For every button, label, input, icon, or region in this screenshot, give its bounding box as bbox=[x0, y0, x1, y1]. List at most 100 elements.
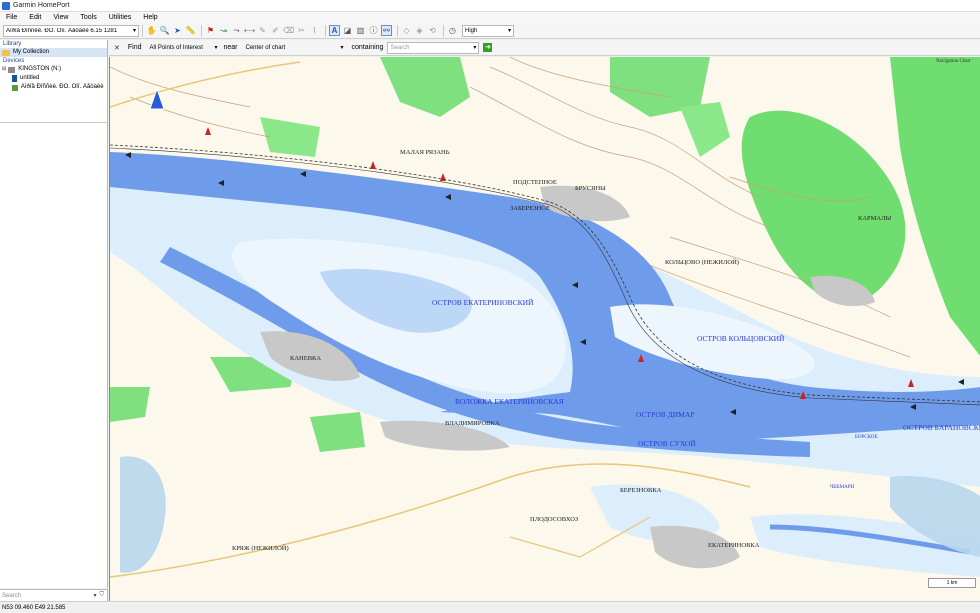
shape-icon[interactable]: ◪ bbox=[342, 25, 353, 36]
device-icon bbox=[12, 75, 17, 82]
usb-drive-icon bbox=[8, 66, 16, 73]
map-label: КАРМАЛЫ bbox=[858, 215, 892, 222]
map-label: КОЛЬЦОВО (НЕЖИЛОЙ) bbox=[665, 259, 739, 266]
zoom-icon[interactable]: 🔍 bbox=[159, 25, 170, 36]
map-label: КАНЕВКА bbox=[290, 355, 322, 362]
map-label: ПЛОДОСОВХОЗ bbox=[530, 516, 579, 523]
map-label: ЕКАТЕРИНОВКА bbox=[708, 542, 760, 549]
layers-icon[interactable]: ▥ bbox=[355, 25, 366, 36]
detail-level-dropdown[interactable]: High ▾ bbox=[462, 24, 514, 37]
menu-utilities[interactable]: Utilities bbox=[109, 14, 132, 21]
map-label: ЧЕКМАРИ bbox=[830, 485, 855, 490]
tree-item-label: untitled bbox=[20, 75, 40, 81]
tree-item-untitled[interactable]: untitled bbox=[0, 74, 107, 83]
select-arrow-icon[interactable]: ➤ bbox=[172, 25, 183, 36]
toolbar-separator bbox=[142, 24, 143, 37]
go-arrow-icon[interactable]: ➜ bbox=[483, 43, 493, 52]
containing-label: containing bbox=[351, 44, 384, 51]
binoculars-icon[interactable]: ⚯ bbox=[381, 25, 392, 36]
map-label: МАЛАЯ РЯЗАНЬ bbox=[400, 149, 450, 156]
text-tool-icon[interactable]: A bbox=[329, 25, 340, 36]
menu-edit[interactable]: Edit bbox=[29, 14, 41, 21]
tree-item-device[interactable]: ⊟ KINGSTON (N:) bbox=[0, 65, 107, 74]
near-label: near bbox=[223, 44, 238, 51]
track-icon[interactable]: ⤳ bbox=[231, 25, 242, 36]
coordinates-readout: N53 09.460 E49 21.585 bbox=[2, 604, 66, 611]
window-title: Garmin HomePort bbox=[13, 2, 70, 9]
map-label: БРУСЯНЫ bbox=[575, 185, 606, 192]
map-label: БЕРЕЗНОВКА bbox=[620, 487, 662, 494]
menu-file[interactable]: File bbox=[6, 14, 17, 21]
find-search-input[interactable]: Search ▾ bbox=[387, 41, 480, 54]
pan-hand-icon[interactable]: ✋ bbox=[146, 25, 157, 36]
filter-icon[interactable]: ⛉ bbox=[99, 592, 104, 599]
folder-icon bbox=[2, 49, 10, 56]
menu-help[interactable]: Help bbox=[143, 14, 157, 21]
clock-icon[interactable]: ◷ bbox=[447, 25, 458, 36]
library-search-input[interactable]: Search ▾ ⛉ bbox=[0, 589, 108, 601]
toolbar-separator bbox=[325, 24, 326, 37]
chevron-down-icon: ▾ bbox=[473, 45, 477, 51]
measure-ruler-icon[interactable]: 📏 bbox=[185, 25, 196, 36]
map-label: КРЯЖ (НЕЖИЛОЙ) bbox=[232, 545, 289, 552]
chevron-down-icon: ▾ bbox=[214, 45, 218, 51]
tree-item-label: My Collection bbox=[13, 49, 50, 55]
category-value: All Points of Interest bbox=[149, 44, 203, 51]
scale-bar: 1 km bbox=[928, 578, 976, 588]
map-label: БОРСКОЕ bbox=[855, 435, 878, 440]
library-pane: Library My Collection Devices ⊟ KINGSTON… bbox=[0, 40, 108, 588]
chevron-down-icon: ▾ bbox=[507, 28, 511, 34]
measure-distance-icon[interactable]: ⟷ bbox=[244, 25, 255, 36]
near-value: Center of chart bbox=[245, 44, 286, 51]
toolbar: Äìðîå Ðîññèè. ÐÔ. Ôîï. Äåòàëè 6.15 1281 … bbox=[0, 23, 980, 39]
split-icon[interactable]: ✂ bbox=[296, 25, 307, 36]
find-search-placeholder: Search bbox=[390, 44, 410, 51]
find-label: Find bbox=[127, 44, 142, 51]
map-label: ЗАБЕРЕЗНОЕ bbox=[510, 205, 550, 212]
nav-back-icon[interactable]: ◇ bbox=[401, 25, 412, 36]
map-label: ОСТРОВ БАРАНОВСКИЙ bbox=[903, 423, 980, 432]
near-dropdown[interactable]: Center of chart ▾ bbox=[244, 42, 346, 54]
library-header: Library bbox=[0, 40, 107, 48]
toolbar-separator bbox=[443, 24, 444, 37]
map-label: ОСТРОВ СУХОЙ bbox=[638, 439, 696, 448]
navigation-chart-label: Navigation Chart bbox=[936, 59, 971, 64]
menu-view[interactable]: View bbox=[53, 14, 68, 21]
map-label: ОСТРОВ ЕКАТЕРИНОВСКИЙ bbox=[432, 298, 534, 307]
waypoint-flag-icon[interactable]: ⚑ bbox=[205, 25, 216, 36]
rotate-icon[interactable]: ⟲ bbox=[427, 25, 438, 36]
title-bar: Garmin HomePort bbox=[0, 0, 980, 12]
map-selector-dropdown[interactable]: Äìðîå Ðîññèè. ÐÔ. Ôîï. Äåòàëè 6.15 1281 … bbox=[3, 24, 139, 37]
tree-item-my-collection[interactable]: My Collection bbox=[0, 48, 107, 57]
toolbar-separator bbox=[397, 24, 398, 37]
tree-item-label: KINGSTON (N:) bbox=[18, 66, 62, 72]
map-view[interactable]: Navigation Chart ОСТРОВ ЕКАТЕРИНОВСКИЙ В… bbox=[109, 57, 980, 601]
map-icon bbox=[12, 84, 18, 91]
info-icon[interactable]: ⓘ bbox=[368, 25, 379, 36]
map-label: ОСТРОВ КОЛЬЦОВСКИЙ bbox=[697, 334, 785, 343]
nav-forward-icon[interactable]: ◈ bbox=[414, 25, 425, 36]
join-icon[interactable]: ⌇ bbox=[309, 25, 320, 36]
category-dropdown[interactable]: All Points of Interest ▾ bbox=[148, 42, 220, 54]
map-label: ВОЛОЖКА ЕКАТЕРИНОВСКАЯ bbox=[455, 397, 564, 406]
chevron-down-icon[interactable]: ▾ bbox=[93, 592, 96, 599]
app-icon bbox=[2, 1, 10, 10]
chevron-down-icon: ▾ bbox=[340, 45, 344, 51]
map-label: ВЛАДИМИРОВКА bbox=[445, 420, 500, 427]
chevron-down-icon: ▾ bbox=[132, 28, 136, 34]
route-icon[interactable]: ↝ bbox=[218, 25, 229, 36]
menu-tools[interactable]: Tools bbox=[80, 14, 96, 21]
tree-item-map[interactable]: Äìðîå Ðîññèè. ÐÔ. Ôîï. Äåòàëè bbox=[0, 83, 107, 92]
toolbar-separator bbox=[201, 24, 202, 37]
collapse-icon: ⊟ bbox=[2, 66, 7, 72]
map-selector-value: Äìðîå Ðîññèè. ÐÔ. Ôîï. Äåòàëè 6.15 1281 bbox=[6, 27, 118, 34]
edit-track-icon[interactable]: ✐ bbox=[270, 25, 281, 36]
tree-item-label: Äìðîå Ðîññèè. ÐÔ. Ôîï. Äåòàëè bbox=[20, 84, 104, 90]
status-bar: N53 09.460 E49 21.585 bbox=[0, 601, 980, 613]
forest-area bbox=[110, 387, 150, 422]
eraser-icon[interactable]: ⌫ bbox=[283, 25, 294, 36]
close-icon[interactable]: ✕ bbox=[114, 44, 120, 52]
map-label: ОСТРОВ ДИМАР bbox=[636, 410, 695, 419]
map-label: ПОДСТЕПНОЕ bbox=[513, 179, 557, 186]
pencil-icon[interactable]: ✎ bbox=[257, 25, 268, 36]
